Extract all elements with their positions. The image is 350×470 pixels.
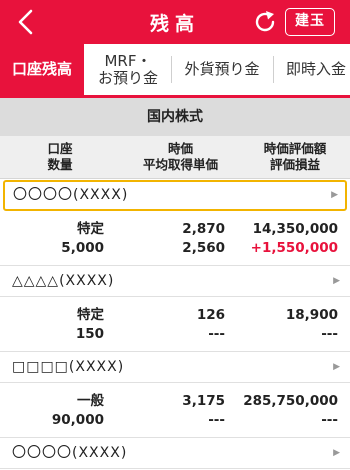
col-avg-cost-label: 平均取得単価 [142,157,218,172]
col-market-value-label: 時価評価額 [263,141,327,156]
triangle-right-icon: ▶ [333,362,341,372]
positions-button[interactable]: 建玉 [285,8,335,36]
col-price-cost: 時価 平均取得単価 [128,141,233,173]
account-type: 一般 [77,393,104,409]
market-value: 14,350,000 [252,221,338,237]
quantity: 5,000 [61,240,104,256]
tab-instant-deposit[interactable]: 即時入金 [274,44,350,95]
triangle-right-icon: ▶ [333,276,341,286]
average-cost: --- [208,412,225,428]
market-value: 285,750,000 [243,393,338,409]
tab-account-balance[interactable]: 口座残高 [0,44,84,95]
stock-name: □□□□(XXXX) [12,359,125,375]
unrealized-pnl: --- [321,412,338,428]
col-account-quantity: 口座 数量 [35,141,85,173]
stock-row-3[interactable]: □□□□(XXXX) ▶ [0,352,350,383]
stock-name: △△△△(XXXX) [12,273,115,289]
market-value: 18,900 [285,307,338,323]
average-cost: --- [208,326,225,342]
account-type: 特定 [77,307,104,323]
quantity: 90,000 [51,412,104,428]
stock-row-1[interactable]: 〇〇〇〇(XXXX) ▶ [3,180,347,211]
market-price: 2,870 [182,221,225,237]
section-title: 国内株式 [0,98,350,136]
stock-detail-2: 特定 150 126 --- 18,900 --- [0,297,350,352]
col-quantity-label: 数量 [47,157,73,172]
stock-name: 〇〇〇〇(XXXX) [13,187,129,203]
col-account-label: 口座 [47,141,73,156]
triangle-right-icon: ▶ [333,448,341,458]
column-headers: 口座 数量 時価 平均取得単価 時価評価額 評価損益 [0,136,350,179]
market-price: 126 [196,307,225,323]
stock-detail-3: 一般 90,000 3,175 --- 285,750,000 --- [0,383,350,438]
tab-foreign-deposit[interactable]: 外貨預り金 [172,44,272,95]
average-cost: 2,560 [182,240,225,256]
tab-mrf-deposit[interactable]: MRF・ お預り金 [86,44,170,95]
tab-bar: 口座残高 MRF・ お預り金 外貨預り金 即時入金 [0,44,350,98]
triangle-right-icon: ▶ [331,190,339,200]
unrealized-pnl: --- [321,326,338,342]
col-pnl-label: 評価損益 [269,157,320,172]
market-price: 3,175 [182,393,225,409]
refresh-icon[interactable] [252,9,278,35]
stock-name: 〇〇〇〇(XXXX) [12,445,128,461]
col-value-pnl: 時価評価額 評価損益 [245,141,345,173]
stock-row-2[interactable]: △△△△(XXXX) ▶ [0,266,350,297]
quantity: 150 [75,326,104,342]
col-price-label: 時価 [167,141,193,156]
app-header: 残高 建玉 [0,0,350,44]
account-type: 特定 [77,221,104,237]
stock-row-4[interactable]: 〇〇〇〇(XXXX) ▶ [0,438,350,469]
unrealized-pnl: +1,550,000 [250,240,338,256]
stock-detail-1: 特定 5,000 2,870 2,560 14,350,000 +1,550,0… [0,211,350,266]
